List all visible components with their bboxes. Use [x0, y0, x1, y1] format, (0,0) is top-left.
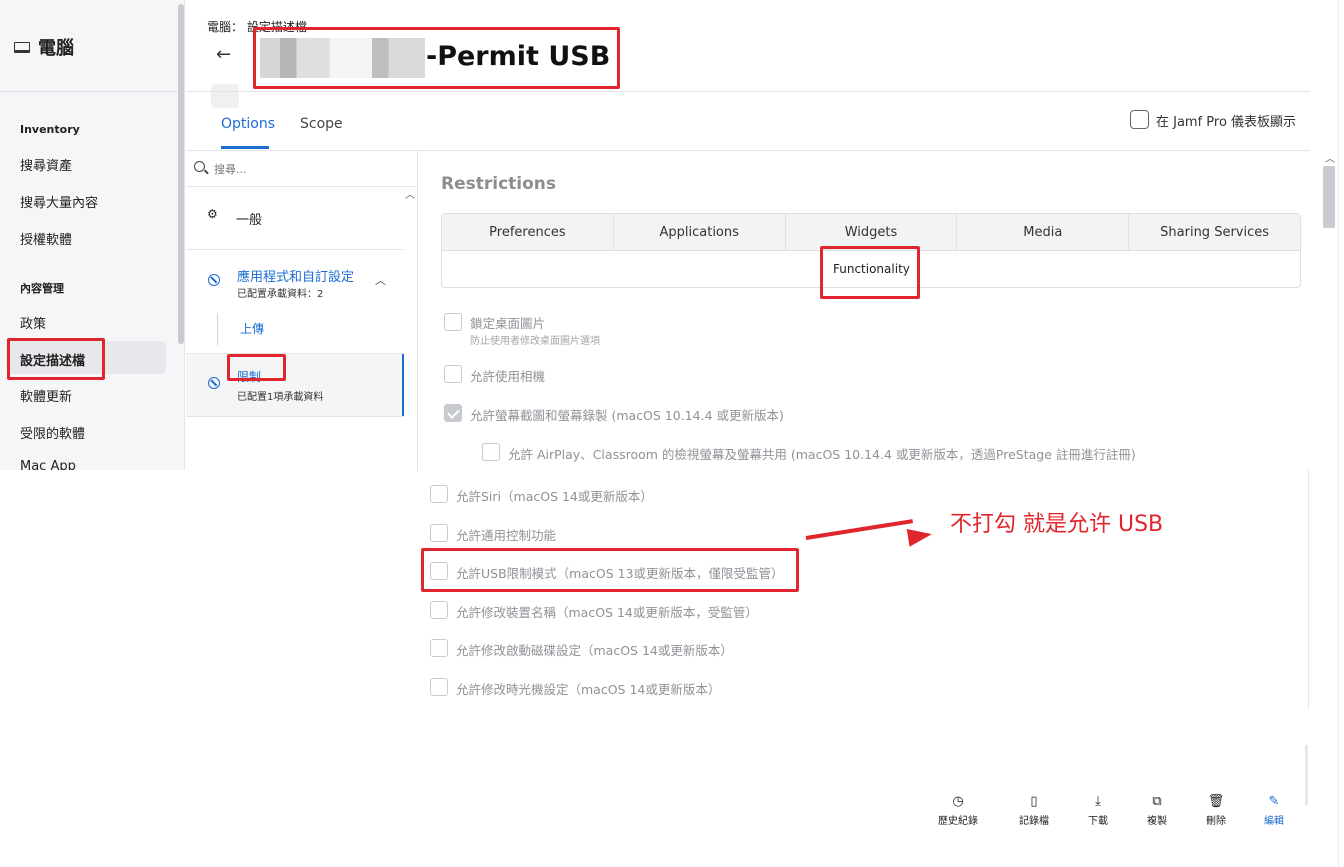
- option-device-name: 允許修改裝置名稱（macOS 14或更新版本，受監管）: [456, 605, 758, 620]
- main-scroll-up-icon[interactable]: ︿: [1325, 150, 1335, 165]
- edit-icon: ✎: [1268, 794, 1280, 809]
- dashboard-checkbox[interactable]: [1130, 110, 1149, 129]
- payload-item-restrictions-sub: 已配置1項承載資料: [237, 392, 324, 403]
- profile-icon-placeholder: [211, 84, 239, 108]
- edit-button[interactable]: ✎ 編輯: [1249, 794, 1299, 827]
- checkbox-airplay[interactable]: [482, 443, 500, 461]
- sidebar-item-restricted-software[interactable]: 受限的軟體: [20, 423, 85, 442]
- subtab-widgets[interactable]: Widgets: [786, 214, 958, 250]
- checkbox-lock-desktop[interactable]: [444, 313, 462, 331]
- option-lock-desktop: 鎖定桌面圖片: [470, 316, 546, 331]
- sidebar: 電腦 Inventory 搜尋資產 搜尋大量內容 授權軟體 內容管理 政策 設定…: [0, 0, 185, 470]
- clock-icon: ◷: [952, 794, 964, 809]
- option-universal-control: 允許通用控制功能: [456, 528, 557, 543]
- copy-icon: ⧉: [1152, 794, 1162, 809]
- sidebar-item-search-volume[interactable]: 搜尋大量內容: [20, 192, 98, 211]
- prohibit-icon: [208, 274, 220, 286]
- sidebar-section-inventory: Inventory: [20, 123, 80, 136]
- subtab-sharing-services[interactable]: Sharing Services: [1129, 214, 1300, 250]
- trash-icon: 🗑: [1207, 794, 1225, 809]
- logs-label: 記錄檔: [1019, 816, 1049, 827]
- history-button[interactable]: ◷ 歷史紀錄: [933, 794, 983, 827]
- chevron-up-icon[interactable]: ︿: [375, 272, 386, 288]
- annotation-arrow-line: [805, 519, 913, 540]
- payload-item-general[interactable]: 一般: [236, 209, 262, 228]
- copy-button[interactable]: ⧉ 複製: [1132, 794, 1182, 827]
- lower-panel-edge: [1308, 470, 1309, 710]
- tab-options[interactable]: Options: [221, 116, 275, 132]
- annotation-arrow-head: [906, 525, 934, 547]
- section-title: Restrictions: [441, 174, 557, 194]
- annotation-box-sidebar: [7, 338, 105, 380]
- toolbar-separator: [1305, 745, 1308, 805]
- sidebar-title: 電腦: [14, 34, 74, 60]
- option-time-machine: 允許修改時光機設定（macOS 14或更新版本）: [456, 682, 721, 697]
- file-icon: ▯: [1030, 794, 1038, 809]
- sidebar-section-content: 內容管理: [20, 282, 64, 295]
- delete-label: 刪除: [1206, 816, 1226, 827]
- option-lock-desktop-desc: 防止使用者修改桌面圖片選項: [470, 336, 600, 347]
- payload-divider: [186, 249, 404, 250]
- tab-scope[interactable]: Scope: [300, 116, 343, 132]
- laptop-icon: [14, 41, 30, 53]
- sidebar-item-policies[interactable]: 政策: [20, 313, 46, 332]
- checkbox-startup-disk[interactable]: [430, 639, 448, 657]
- tab-options-underline: [221, 146, 269, 149]
- payload-search-input[interactable]: 搜尋...: [214, 161, 247, 177]
- main-scrollbar-thumb[interactable]: [1323, 166, 1335, 228]
- checkbox-device-name[interactable]: [430, 601, 448, 619]
- download-icon: ⤓: [1095, 794, 1101, 809]
- option-siri: 允許Siri（macOS 14或更新版本）: [456, 489, 653, 504]
- dashboard-checkbox-label: 在 Jamf Pro 儀表板顯示: [1156, 115, 1297, 130]
- search-icon: [194, 161, 205, 172]
- logs-button[interactable]: ▯ 記錄檔: [1009, 794, 1059, 827]
- annotation-box-restrictions: [227, 354, 286, 381]
- checkbox-siri[interactable]: [430, 485, 448, 503]
- sidebar-scrollbar[interactable]: [178, 4, 184, 344]
- payload-item-app-custom-sub: 已配置承載資料：2: [237, 289, 324, 300]
- download-label: 下載: [1088, 816, 1108, 827]
- payload-item-upload[interactable]: 上傳: [240, 320, 264, 337]
- subtab-applications[interactable]: Applications: [614, 214, 786, 250]
- annotation-text: 不打勾 就是允许 USB: [950, 512, 1164, 537]
- payload-scroll-up-icon[interactable]: ︿: [405, 186, 415, 201]
- annotation-box-usb: [421, 548, 799, 592]
- window-right-edge: [1338, 0, 1344, 867]
- sidebar-item-search-inventory[interactable]: 搜尋資產: [20, 155, 72, 174]
- subtab-preferences[interactable]: Preferences: [442, 214, 614, 250]
- option-airplay: 允許 AirPlay、Classroom 的檢視螢幕及螢幕共用 (macOS 1…: [508, 447, 1136, 462]
- prohibit-icon: [208, 377, 220, 389]
- history-label: 歷史紀錄: [938, 816, 978, 827]
- option-screenshot: 允許螢幕截圖和螢幕錄製 (macOS 10.14.4 或更新版本): [470, 408, 784, 423]
- sidebar-item-licensed-software[interactable]: 授權軟體: [20, 229, 72, 248]
- checkbox-universal-control[interactable]: [430, 524, 448, 542]
- payload-list: [186, 151, 418, 471]
- annotation-box-functionality: [820, 246, 920, 299]
- payload-divider: [186, 416, 404, 417]
- upload-indent-bar: [217, 313, 218, 345]
- header-divider: [186, 91, 1310, 92]
- option-camera: 允許使用相機: [470, 369, 546, 384]
- checkbox-camera[interactable]: [444, 365, 462, 383]
- option-startup-disk: 允許修改啟動磁碟設定（macOS 14或更新版本）: [456, 643, 733, 658]
- subtab-media[interactable]: Media: [957, 214, 1130, 250]
- sidebar-item-mac-apps[interactable]: Mac App: [20, 459, 76, 470]
- annotation-box-title: [253, 27, 620, 89]
- checkbox-time-machine[interactable]: [430, 678, 448, 696]
- payload-item-app-custom[interactable]: 應用程式和自訂設定: [237, 266, 354, 285]
- checkbox-screenshot[interactable]: [444, 404, 462, 422]
- download-button[interactable]: ⤓ 下載: [1073, 794, 1123, 827]
- sidebar-title-label: 電腦: [38, 38, 74, 59]
- copy-label: 複製: [1147, 816, 1167, 827]
- sidebar-item-software-updates[interactable]: 軟體更新: [20, 386, 72, 405]
- gear-icon: ⚙: [207, 207, 218, 221]
- delete-button[interactable]: 🗑 刪除: [1191, 794, 1241, 827]
- back-arrow-icon[interactable]: ←: [216, 44, 231, 65]
- edit-label: 編輯: [1264, 816, 1284, 827]
